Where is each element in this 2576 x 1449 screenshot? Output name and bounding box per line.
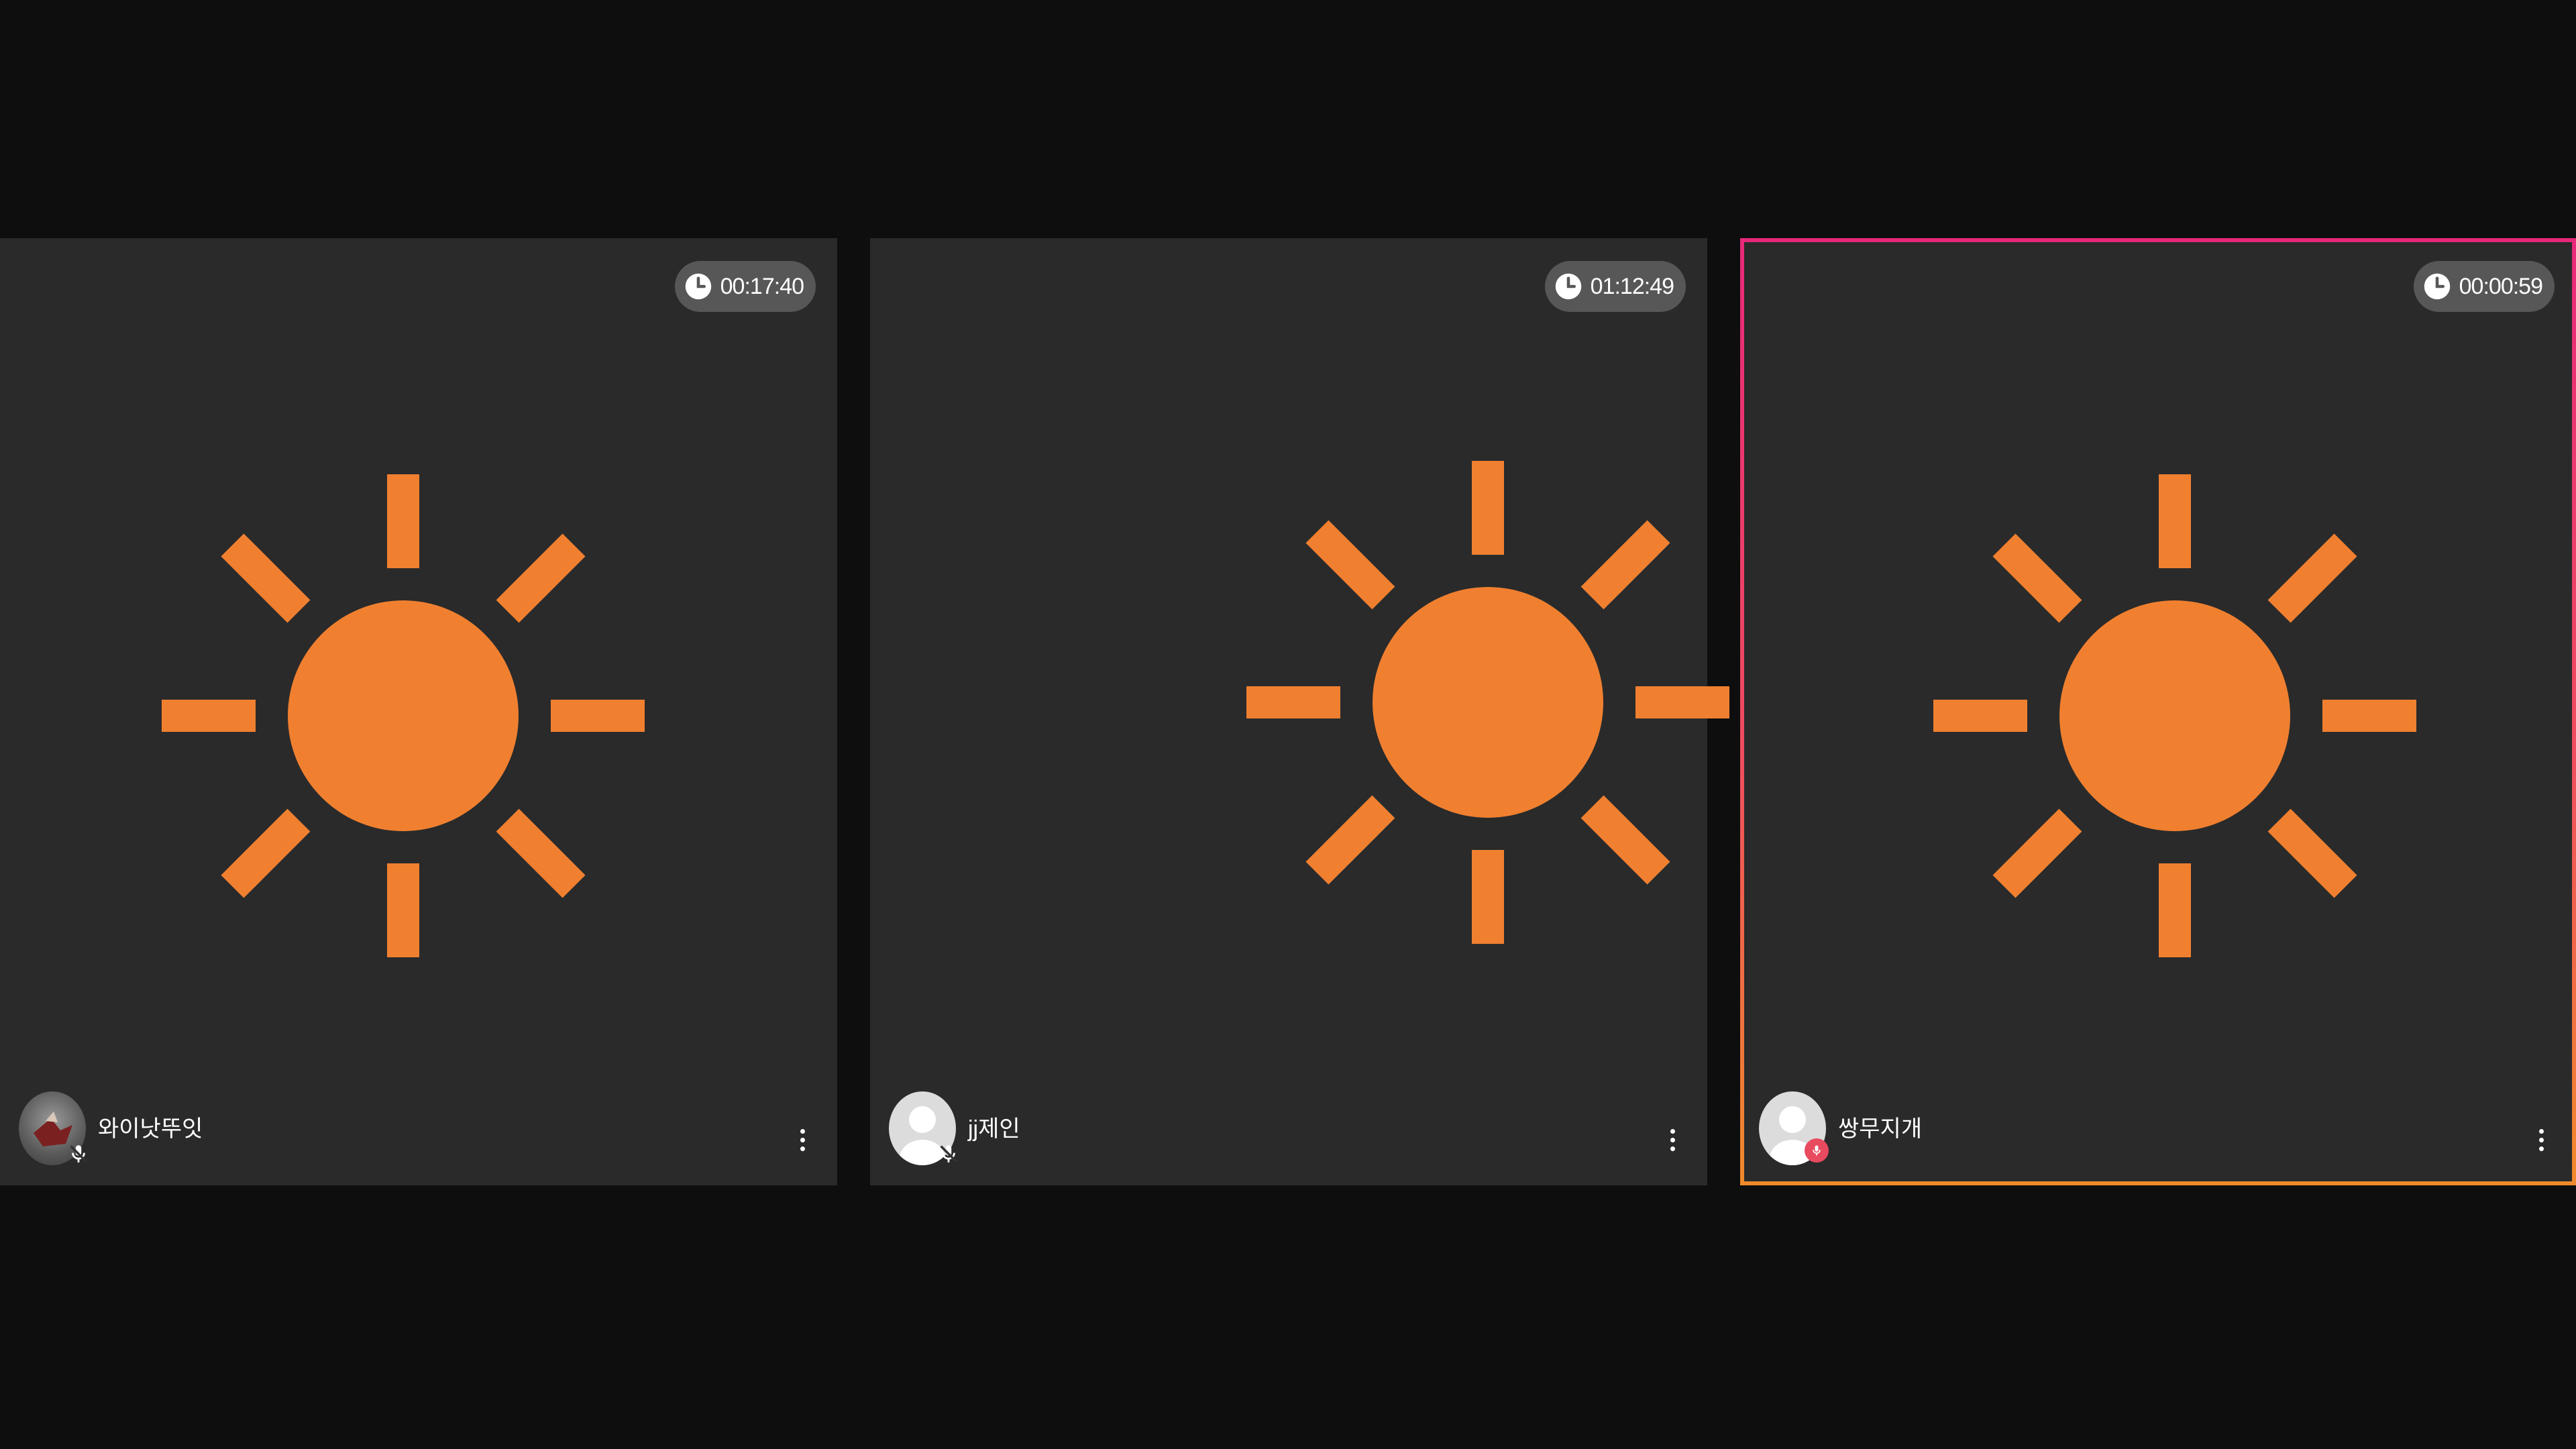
avatar[interactable] (19, 1091, 87, 1165)
avatar[interactable] (889, 1091, 957, 1165)
participant-info: 와이낫뚜잇 (19, 1091, 203, 1165)
mic-off-icon (940, 1145, 957, 1163)
clock-icon (685, 273, 711, 300)
participant-info: 쌍무지개 (1759, 1091, 1922, 1165)
participant-name: 와이낫뚜잇 (98, 1116, 203, 1142)
sun-icon (1246, 461, 1729, 944)
clock-icon (1555, 273, 1581, 300)
participant-info: jj제인 (889, 1091, 1020, 1165)
participant-name: jj제인 (968, 1116, 1020, 1142)
timer-badge: 01:12:49 (1544, 261, 1686, 312)
participant-tile-active[interactable]: 00:00:59 쌍무지개 (1740, 238, 2576, 1185)
timer-text: 00:00:59 (2459, 273, 2543, 299)
timer-badge: 00:00:59 (2413, 261, 2555, 312)
avatar[interactable] (1759, 1091, 1829, 1165)
timer-text: 00:17:40 (720, 273, 804, 299)
sun-icon (1933, 474, 2416, 957)
participant-tile[interactable]: 01:12:49 jj제인 (870, 238, 1729, 1185)
more-options-button[interactable] (796, 1129, 809, 1159)
more-options-button[interactable] (1666, 1129, 1679, 1159)
more-options-button[interactable] (2534, 1129, 2548, 1159)
participant-tile[interactable]: 00:17:40 와이낫뚜잇 (0, 238, 837, 1185)
speaking-mic-icon (1805, 1138, 1829, 1163)
timer-badge: 00:17:40 (674, 261, 816, 312)
participant-name: 쌍무지개 (1838, 1116, 1923, 1142)
clock-icon (2424, 273, 2450, 300)
participant-grid: 00:17:40 와이낫뚜잇 01:12:49 jj제인 00:00:59 쌍무… (0, 0, 2576, 1449)
sun-icon (162, 474, 645, 957)
timer-text: 01:12:49 (1590, 273, 1674, 299)
mic-off-icon (70, 1145, 87, 1163)
